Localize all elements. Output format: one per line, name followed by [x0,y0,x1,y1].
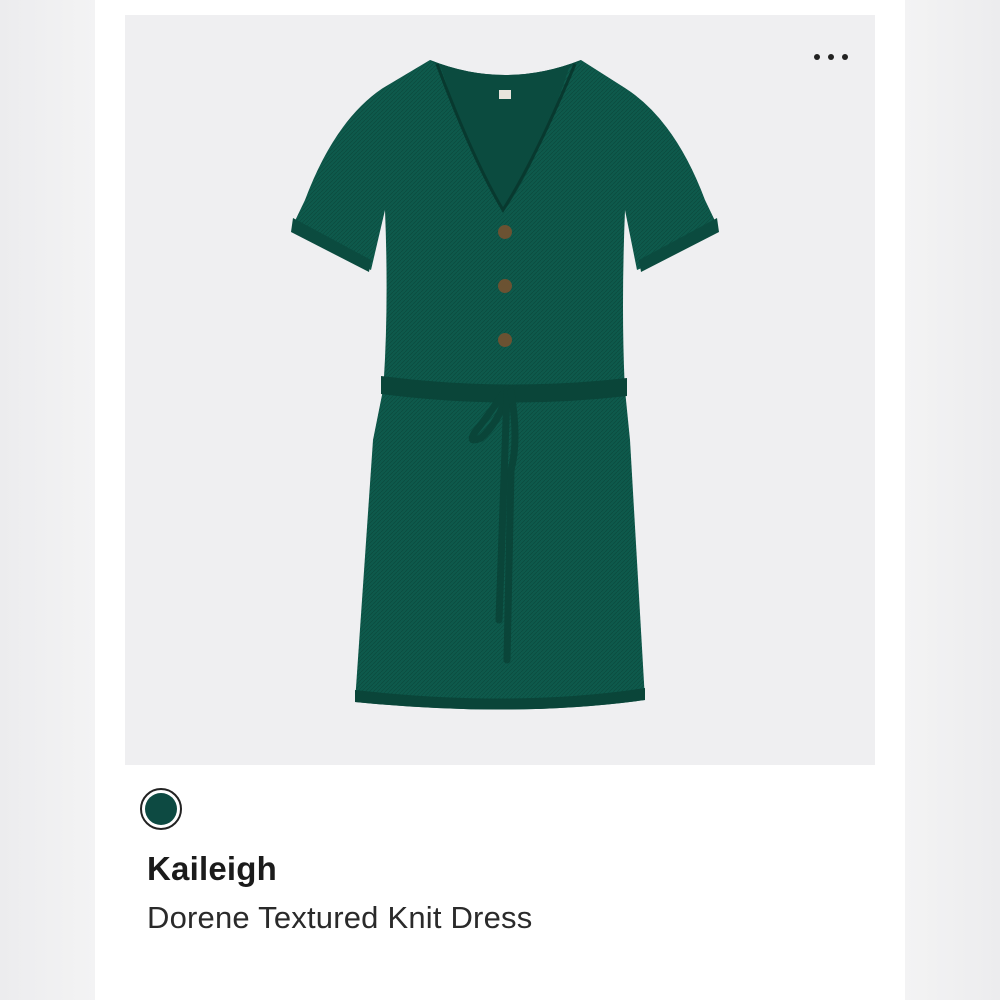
dress-image [291,60,719,710]
product-photo[interactable] [125,15,875,765]
right-gutter [905,0,1000,1000]
brand-name: Kaileigh [147,850,277,887]
more-horizontal-icon [814,54,848,60]
page: Kaileigh Dorene Textured Knit Dress [0,0,1000,1000]
color-swatch-fill [145,793,177,825]
left-gutter [0,0,95,1000]
product-card[interactable]: Kaileigh Dorene Textured Knit Dress [95,0,905,1000]
product-name: Dorene Textured Knit Dress [147,900,533,935]
color-swatch-selected[interactable] [140,788,182,830]
more-options-button[interactable] [807,43,855,71]
